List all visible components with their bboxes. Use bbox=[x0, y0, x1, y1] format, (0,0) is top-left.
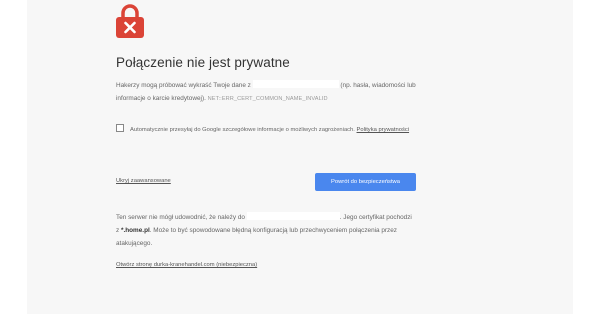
back-to-safety-button[interactable]: Powrót do bezpieczeństwa bbox=[315, 173, 416, 191]
report-checkbox-row: Automatycznie przesyłaj do Google szczeg… bbox=[116, 124, 416, 137]
proceed-unsafe-link[interactable]: Otwórz stronę durka-kranehandel.com (nie… bbox=[116, 262, 257, 268]
warning-description: Hakerzy mogą próbować wykraść Twoje dane… bbox=[116, 80, 416, 105]
padlock-x-icon bbox=[116, 4, 144, 38]
description-text-before: Hakerzy mogą próbować wykraść Twoje dane… bbox=[116, 82, 253, 89]
redacted-domain bbox=[252, 80, 339, 88]
error-code: NET::ERR_CERT_COMMON_NAME_INVALID bbox=[207, 95, 328, 102]
report-checkbox-label: Automatycznie przesyłaj do Google szczeg… bbox=[130, 127, 355, 133]
details-text-rest: . Może to być spowodowane błędną konfigu… bbox=[116, 226, 397, 247]
certificate-domain: *.home.pl bbox=[120, 226, 150, 234]
redacted-domain-2 bbox=[246, 212, 340, 220]
page-title: Połączenie nie jest prywatne bbox=[116, 55, 290, 70]
privacy-policy-link[interactable]: Polityka prywatności bbox=[357, 127, 410, 133]
hide-advanced-link[interactable]: Ukryj zaawansowane bbox=[116, 178, 171, 184]
interstitial-panel bbox=[27, 0, 573, 314]
details-paragraph: Ten serwer nie mógł udowodnić, że należy… bbox=[116, 212, 416, 250]
details-text-before: Ten serwer nie mógł udowodnić, że należy… bbox=[116, 214, 247, 221]
report-checkbox[interactable] bbox=[116, 124, 124, 132]
